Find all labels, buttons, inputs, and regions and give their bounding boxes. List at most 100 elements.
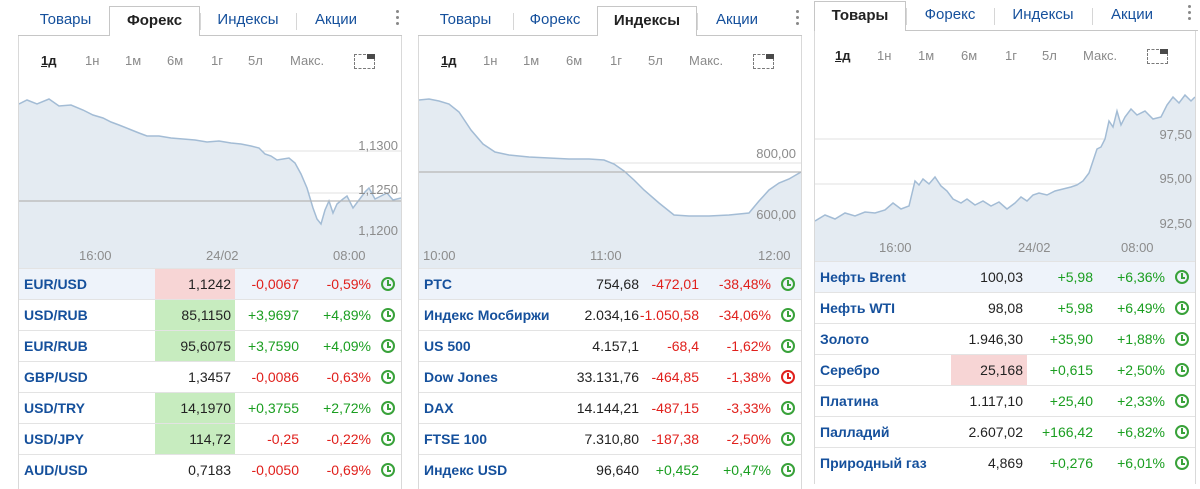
tab-forex[interactable]: Форекс <box>109 6 200 36</box>
range-1m[interactable]: 1м <box>523 53 539 68</box>
more-options-icon[interactable] <box>795 10 801 28</box>
table-row[interactable]: AUD/USD 0,7183 -0,0050 -0,69% <box>19 454 401 485</box>
range-1w[interactable]: 1н <box>85 53 99 68</box>
instrument-name[interactable]: AUD/USD <box>24 455 88 485</box>
range-1d[interactable]: 1д <box>441 53 456 68</box>
calendar-icon[interactable] <box>1147 49 1168 64</box>
table-row[interactable]: Платина 1.117,10 +25,40 +2,33% <box>815 385 1195 416</box>
tab-stocks[interactable]: Акции <box>296 6 376 36</box>
range-6m[interactable]: 6м <box>961 48 977 63</box>
last-price: 0,7183 <box>188 462 231 478</box>
calendar-icon[interactable] <box>354 54 375 69</box>
instrument-name[interactable]: EUR/USD <box>24 269 87 299</box>
range-5y[interactable]: 5л <box>1042 48 1057 63</box>
instrument-name[interactable]: Природный газ <box>820 448 927 478</box>
instrument-name[interactable]: DAX <box>424 393 454 423</box>
chart-svg <box>419 98 801 268</box>
last-price: 4.157,1 <box>592 338 639 354</box>
table-row[interactable]: FTSE 100 7.310,80 -187,38 -2,50% <box>419 423 801 454</box>
range-1y[interactable]: 1г <box>211 53 223 68</box>
range-6m[interactable]: 6м <box>566 53 582 68</box>
more-options-icon[interactable] <box>395 10 401 28</box>
range-5y[interactable]: 5л <box>648 53 663 68</box>
instrument-name[interactable]: Нефть Brent <box>820 262 906 292</box>
table-row[interactable]: Серебро 25,168 +0,615 +2,50% <box>815 354 1195 385</box>
instrument-name[interactable]: Индекс Мосбиржи <box>424 300 549 330</box>
tab-indices[interactable]: Индексы <box>597 6 697 36</box>
instrument-name[interactable]: PTC <box>424 269 452 299</box>
range-1d[interactable]: 1д <box>835 48 850 63</box>
instrument-name[interactable]: USD/RUB <box>24 300 88 330</box>
range-1y[interactable]: 1г <box>610 53 622 68</box>
range-6m[interactable]: 6м <box>167 53 183 68</box>
range-selector: 1д 1н 1м 6м 1г 5л Макс. <box>815 48 1195 68</box>
instrument-name[interactable]: Платина <box>820 386 878 416</box>
instrument-name[interactable]: EUR/RUB <box>24 331 88 361</box>
range-1w[interactable]: 1н <box>877 48 891 63</box>
table-row[interactable]: EUR/RUB 95,6075 +3,7590 +4,09% <box>19 330 401 361</box>
range-max[interactable]: Макс. <box>290 53 324 68</box>
tab-commodities[interactable]: Товары <box>18 6 113 36</box>
range-max[interactable]: Макс. <box>689 53 723 68</box>
table-row[interactable]: Нефть Brent 100,03 +5,98 +6,36% <box>815 261 1195 292</box>
table-row[interactable]: Золото 1.946,30 +35,90 +1,88% <box>815 323 1195 354</box>
instrument-name[interactable]: FTSE 100 <box>424 424 487 454</box>
chart-svg <box>19 98 401 268</box>
tab-stocks[interactable]: Акции <box>1092 1 1172 31</box>
tab-stocks[interactable]: Акции <box>697 6 777 36</box>
range-1y[interactable]: 1г <box>1005 48 1017 63</box>
calendar-icon[interactable] <box>753 54 774 69</box>
commodities-panel: 1д 1н 1м 6м 1г 5л Макс. 97,50 95,00 92,5… <box>814 31 1196 484</box>
instrument-name[interactable]: Dow Jones <box>424 362 498 392</box>
instrument-name[interactable]: GBP/USD <box>24 362 88 392</box>
instrument-name[interactable]: Индекс USD <box>424 455 507 485</box>
tab-commodities[interactable]: Товары <box>418 6 513 36</box>
table-row[interactable]: PTC 754,68 -472,01 -38,48% <box>419 268 801 299</box>
instrument-name[interactable]: Золото <box>820 324 869 354</box>
table-row[interactable]: GBP/USD 1,3457 -0,0086 -0,63% <box>19 361 401 392</box>
instrument-name[interactable]: USD/TRY <box>24 393 85 423</box>
range-1m[interactable]: 1м <box>918 48 934 63</box>
table-row[interactable]: Палладий 2.607,02 +166,42 +6,82% <box>815 416 1195 447</box>
percent-change: +4,09% <box>323 338 371 354</box>
instrument-name[interactable]: Серебро <box>820 355 880 385</box>
percent-change: -38,48% <box>718 276 771 292</box>
range-1m[interactable]: 1м <box>125 53 141 68</box>
table-row[interactable]: Нефть WTI 98,08 +5,98 +6,49% <box>815 292 1195 323</box>
last-price: 754,68 <box>596 276 639 292</box>
range-1w[interactable]: 1н <box>483 53 497 68</box>
tab-indices[interactable]: Индексы <box>994 1 1092 31</box>
instrument-name[interactable]: US 500 <box>424 331 471 361</box>
price-change: +0,615 <box>1049 362 1093 378</box>
table-row[interactable]: Индекс Мосбиржи 2.034,16 -1.050,58 -34,0… <box>419 299 801 330</box>
more-options-icon[interactable] <box>1187 5 1193 23</box>
tab-indices[interactable]: Индексы <box>200 6 296 36</box>
table-row[interactable]: USD/RUB 85,1150 +3,9697 +4,89% <box>19 299 401 330</box>
table-row[interactable]: EUR/USD 1,1242 -0,0067 -0,59% <box>19 268 401 299</box>
percent-change: -1,62% <box>726 338 771 354</box>
table-row[interactable]: USD/TRY 14,1970 +0,3755 +2,72% <box>19 392 401 423</box>
table-row[interactable]: Природный газ 4,869 +0,276 +6,01% <box>815 447 1195 478</box>
instrument-name[interactable]: USD/JPY <box>24 424 84 454</box>
instrument-name[interactable]: Нефть WTI <box>820 293 895 323</box>
y-axis-label: 95,00 <box>1159 171 1192 186</box>
clock-icon <box>381 463 395 477</box>
clock-icon <box>1175 425 1189 439</box>
table-row[interactable]: USD/JPY 114,72 -0,25 -0,22% <box>19 423 401 454</box>
percent-change: -0,69% <box>326 462 371 478</box>
table-row[interactable]: Индекс USD 96,640 +0,452 +0,47% <box>419 454 801 485</box>
range-1d[interactable]: 1д <box>41 53 56 68</box>
table-row[interactable]: Dow Jones 33.131,76 -464,85 -1,38% <box>419 361 801 392</box>
tab-forex[interactable]: Форекс <box>513 6 597 36</box>
range-5y[interactable]: 5л <box>248 53 263 68</box>
last-price: 1.946,30 <box>968 331 1024 347</box>
price-change: -0,0067 <box>251 276 299 292</box>
tab-forex[interactable]: Форекс <box>906 1 994 31</box>
clock-icon <box>1175 394 1189 408</box>
table-row[interactable]: US 500 4.157,1 -68,4 -1,62% <box>419 330 801 361</box>
table-row[interactable]: DAX 14.144,21 -487,15 -3,33% <box>419 392 801 423</box>
price-change: +0,452 <box>655 462 699 478</box>
tab-commodities[interactable]: Товары <box>814 1 906 31</box>
range-max[interactable]: Макс. <box>1083 48 1117 63</box>
instrument-name[interactable]: Палладий <box>820 417 890 447</box>
